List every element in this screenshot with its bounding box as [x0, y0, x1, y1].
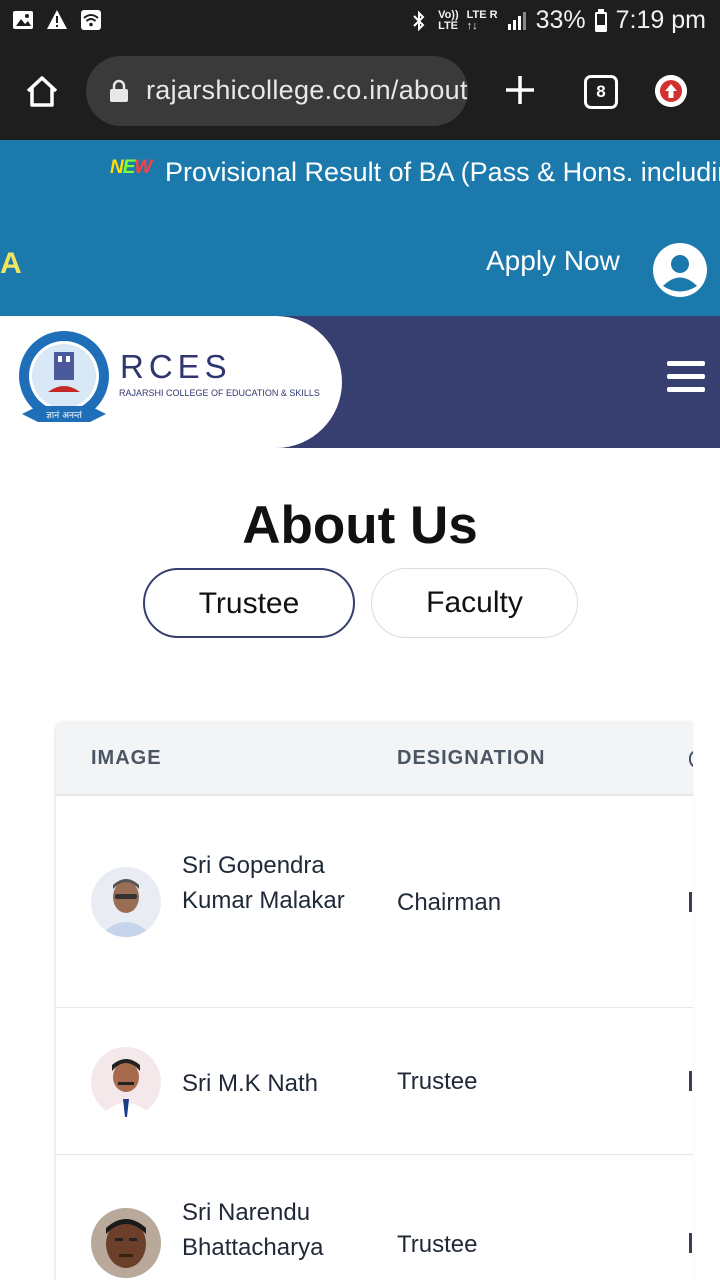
column-header-image: IMAGE — [91, 747, 162, 769]
column-header-designation: DESIGNATION — [397, 747, 546, 769]
page-title: About Us — [242, 496, 478, 555]
gallery-icon — [13, 11, 33, 29]
avatar — [91, 1208, 161, 1278]
avatar — [91, 867, 161, 937]
trustee-designation: Chairman — [397, 889, 502, 916]
battery-percent: 33% — [535, 6, 586, 34]
url-text: rajarshicollege.co.in/about — [146, 75, 468, 105]
tab-faculty[interactable]: Faculty — [371, 568, 578, 638]
svg-text:ज्ञानं अनन्तं: ज्ञानं अनन्तं — [46, 410, 83, 421]
site-header: ज्ञानं अनन्तं RCES RAJARSHI COLLEGE OF E… — [0, 316, 720, 448]
table-row: Sri Gopendra Kumar Malakar Chairman — [56, 798, 693, 1008]
table-row: Sri Narendu Bhattacharya Trustee — [56, 1155, 693, 1280]
status-bar: Vo)) LTE LTE R ↑↓ 33% 7:19 pm — [0, 0, 720, 44]
cut-column-mark — [689, 1071, 692, 1091]
update-icon[interactable] — [655, 75, 687, 107]
wifi-icon — [81, 10, 101, 30]
volte-indicator: Vo)) LTE — [438, 8, 459, 32]
address-bar[interactable]: rajarshicollege.co.in/about — [86, 56, 468, 126]
college-emblem-icon: ज्ञानं अनन्तं — [19, 331, 109, 422]
column-header-cut — [689, 750, 693, 768]
browser-toolbar: rajarshicollege.co.in/about 8 — [0, 44, 720, 140]
new-badge: NEW — [110, 157, 152, 178]
table-row: Sri M.K Nath Trustee — [56, 1008, 693, 1155]
announcement-text[interactable]: Provisional Result of BA (Pass & Hons. i… — [165, 157, 720, 188]
new-tab-icon[interactable] — [502, 72, 538, 108]
home-icon[interactable] — [22, 72, 62, 112]
avatar — [91, 1047, 161, 1117]
brand-tagline: RAJARSHI COLLEGE OF EDUCATION & SKILLS — [119, 388, 320, 398]
clock: 7:19 pm — [615, 6, 706, 34]
battery-icon — [594, 8, 607, 32]
trustee-designation: Trustee — [397, 1068, 478, 1095]
user-account-icon[interactable] — [653, 243, 707, 297]
table-header: IMAGE DESIGNATION — [56, 722, 693, 796]
announcement-bar: NEW Provisional Result of BA (Pass & Hon… — [0, 140, 720, 316]
tab-trustee[interactable]: Trustee — [143, 568, 355, 638]
apply-now-link[interactable]: Apply Now — [486, 245, 620, 277]
hamburger-menu-icon[interactable] — [667, 361, 705, 395]
page: Vo)) LTE LTE R ↑↓ 33% 7:19 pm rajarshicoll… — [0, 0, 720, 1280]
tab-switcher-button[interactable]: 8 — [584, 75, 618, 109]
trustee-name: Sri M.K Nath — [182, 1070, 319, 1097]
signal-icon — [507, 11, 526, 30]
lock-icon — [110, 79, 128, 102]
trustee-name: Sri Narendu Bhattacharya — [182, 1199, 324, 1261]
announcement-cut-letter: A — [0, 247, 22, 280]
trustee-name: Sri Gopendra Kumar Malakar — [182, 852, 345, 914]
brand-name: RCES — [120, 348, 232, 385]
trustee-table: IMAGE DESIGNATION Sri Gopendra Kumar Mal… — [56, 722, 693, 1280]
cut-column-mark — [689, 1233, 692, 1253]
cut-column-mark — [689, 892, 692, 912]
trustee-designation: Trustee — [397, 1231, 478, 1258]
bluetooth-icon — [413, 10, 425, 31]
lte-indicator: LTE R ↑↓ — [466, 8, 498, 32]
warning-icon — [47, 10, 67, 29]
